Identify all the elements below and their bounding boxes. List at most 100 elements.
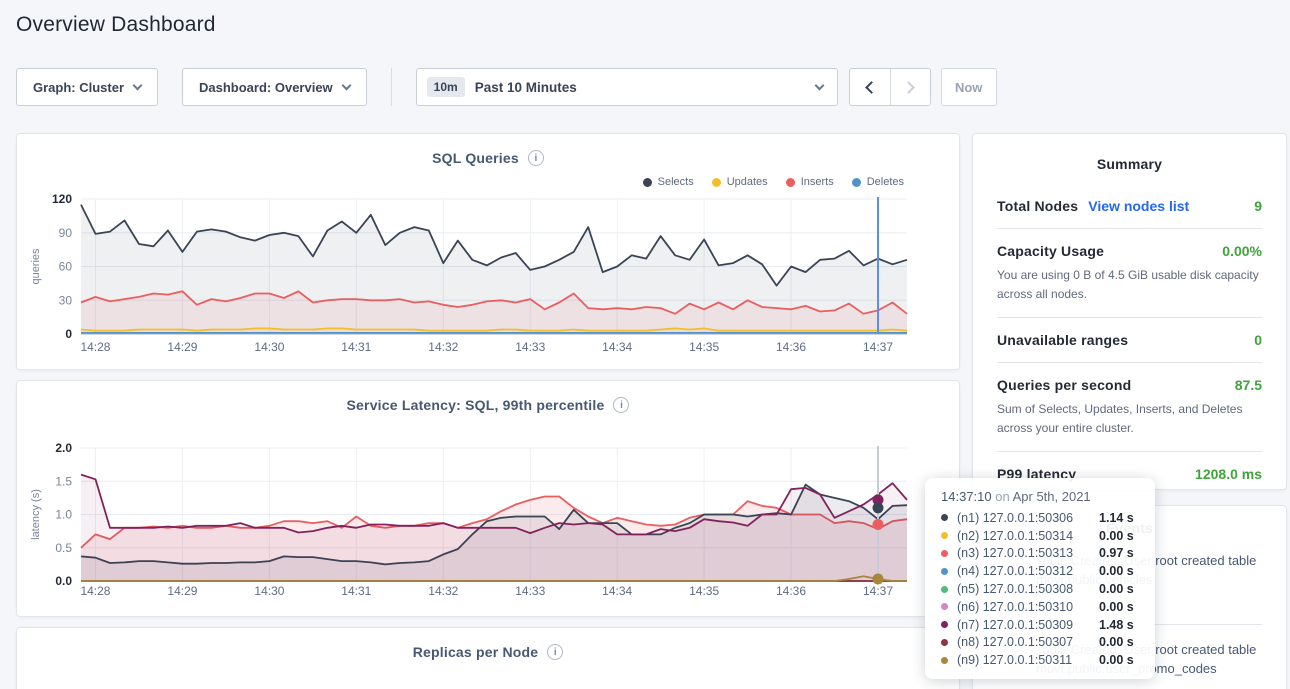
unavailable-ranges-row: Unavailable ranges 0 <box>997 332 1262 348</box>
node-address: (n1) 127.0.0.1:50306 <box>957 511 1099 525</box>
node-address: (n3) 127.0.0.1:50313 <box>957 546 1099 560</box>
next-time-button[interactable] <box>890 69 930 105</box>
divider <box>997 362 1262 363</box>
queries-per-second-row: Queries per second 87.5 <box>997 377 1262 393</box>
svg-text:14:29: 14:29 <box>167 340 197 354</box>
dashboard-selector-label: Dashboard: Overview <box>199 80 333 95</box>
time-range-dropdown[interactable]: 10m Past 10 Minutes <box>416 68 838 106</box>
service-latency-chart[interactable]: 14:2814:2914:3014:3114:3214:3314:3414:35… <box>17 381 959 616</box>
service-latency-card: Service Latency: SQL, 99th percentile i … <box>16 380 960 617</box>
node-latency-value: 0.00 s <box>1099 564 1134 578</box>
svg-text:14:36: 14:36 <box>776 340 806 354</box>
node-address: (n9) 127.0.0.1:50311 <box>957 653 1099 667</box>
time-step-buttons <box>849 68 931 106</box>
tooltip-node-row: (n9) 127.0.0.1:503110.00 s <box>941 651 1141 669</box>
toolbar-divider <box>391 68 392 106</box>
svg-text:14:29: 14:29 <box>167 584 197 598</box>
svg-text:14:36: 14:36 <box>776 584 806 598</box>
chevron-down-icon <box>341 80 351 90</box>
svg-text:14:28: 14:28 <box>80 584 110 598</box>
svg-text:14:32: 14:32 <box>428 340 458 354</box>
tooltip-node-row: (n7) 127.0.0.1:503091.48 s <box>941 616 1141 634</box>
chart-hover-tooltip: 14:37:10 on Apr 5th, 2021 (n1) 127.0.0.1… <box>925 478 1155 679</box>
svg-text:queries: queries <box>30 248 42 285</box>
svg-text:14:34: 14:34 <box>602 340 632 354</box>
node-address: (n2) 127.0.0.1:50314 <box>957 529 1099 543</box>
svg-text:14:30: 14:30 <box>254 584 284 598</box>
tooltip-node-row: (n3) 127.0.0.1:503130.97 s <box>941 545 1141 563</box>
chevron-down-icon <box>814 80 824 90</box>
svg-text:2.0: 2.0 <box>55 441 72 455</box>
svg-text:14:32: 14:32 <box>428 584 458 598</box>
tooltip-node-row: (n4) 127.0.0.1:503120.00 s <box>941 562 1141 580</box>
capacity-usage-label: Capacity Usage <box>997 243 1104 259</box>
node-address: (n7) 127.0.0.1:50309 <box>957 618 1099 632</box>
svg-text:60: 60 <box>59 260 73 274</box>
svg-text:90: 90 <box>59 226 73 240</box>
graph-selector-dropdown[interactable]: Graph: Cluster <box>16 68 158 106</box>
node-latency-value: 0.00 s <box>1099 529 1134 543</box>
divider <box>997 451 1262 452</box>
time-range-badge: 10m <box>427 77 465 97</box>
node-latency-value: 1.48 s <box>1099 618 1134 632</box>
tooltip-node-row: (n6) 127.0.0.1:503100.00 s <box>941 598 1141 616</box>
chevron-down-icon <box>133 80 143 90</box>
overview-dashboard-page: Overview Dashboard Graph: Cluster Dashbo… <box>0 0 1290 689</box>
sql-queries-chart[interactable]: 14:2814:2914:3014:3114:3214:3314:3414:35… <box>17 134 959 369</box>
svg-text:14:33: 14:33 <box>515 584 545 598</box>
replicas-per-node-card: Replicas per Node i <box>16 627 960 689</box>
total-nodes-value: 9 <box>1254 198 1262 214</box>
node-address: (n8) 127.0.0.1:50307 <box>957 635 1099 649</box>
node-address: (n6) 127.0.0.1:50310 <box>957 600 1099 614</box>
summary-title: Summary <box>997 156 1262 172</box>
tooltip-node-rows: (n1) 127.0.0.1:503061.14 s(n2) 127.0.0.1… <box>941 509 1141 669</box>
tooltip-node-row: (n2) 127.0.0.1:503140.00 s <box>941 527 1141 545</box>
svg-text:14:28: 14:28 <box>80 340 110 354</box>
svg-text:1.0: 1.0 <box>55 508 72 522</box>
svg-text:14:37: 14:37 <box>863 584 893 598</box>
node-color-dot-icon <box>941 657 948 664</box>
node-color-dot-icon <box>941 621 948 628</box>
now-button[interactable]: Now <box>941 68 997 106</box>
node-color-dot-icon <box>941 568 948 575</box>
divider <box>997 317 1262 318</box>
node-latency-value: 0.00 s <box>1099 600 1134 614</box>
capacity-usage-value: 0.00% <box>1222 243 1262 259</box>
queries-per-second-label: Queries per second <box>997 377 1131 393</box>
sql-queries-card: SQL Queries i SelectsUpdatesInsertsDelet… <box>16 133 960 370</box>
svg-text:30: 30 <box>59 293 73 307</box>
replicas-chart-title: Replicas per Node <box>413 644 539 660</box>
svg-text:14:35: 14:35 <box>689 340 719 354</box>
queries-per-second-value: 87.5 <box>1235 377 1262 393</box>
tooltip-node-row: (n8) 127.0.0.1:503070.00 s <box>941 634 1141 652</box>
node-latency-value: 0.00 s <box>1099 653 1134 667</box>
node-address: (n4) 127.0.0.1:50312 <box>957 564 1099 578</box>
node-color-dot-icon <box>941 514 948 521</box>
total-nodes-row: Total Nodes View nodes list 9 <box>997 198 1262 214</box>
chevron-right-icon <box>902 81 915 94</box>
svg-text:0.5: 0.5 <box>55 541 72 555</box>
queries-per-second-description: Sum of Selects, Updates, Inserts, and De… <box>997 400 1262 437</box>
info-icon[interactable]: i <box>547 644 563 660</box>
divider <box>997 228 1262 229</box>
node-color-dot-icon <box>941 639 948 646</box>
svg-text:14:31: 14:31 <box>341 584 371 598</box>
svg-text:latency (s): latency (s) <box>30 489 42 540</box>
dashboard-selector-dropdown[interactable]: Dashboard: Overview <box>182 68 367 106</box>
node-latency-value: 0.00 s <box>1099 582 1134 596</box>
node-latency-value: 0.97 s <box>1099 546 1134 560</box>
p99-latency-value: 1208.0 ms <box>1195 466 1262 482</box>
prev-time-button[interactable] <box>850 69 890 105</box>
node-latency-value: 0.00 s <box>1099 635 1134 649</box>
svg-text:14:31: 14:31 <box>341 340 371 354</box>
unavailable-ranges-label: Unavailable ranges <box>997 332 1128 348</box>
node-color-dot-icon <box>941 532 948 539</box>
capacity-usage-description: You are using 0 B of 4.5 GiB usable disk… <box>997 266 1262 303</box>
svg-text:120: 120 <box>52 192 72 206</box>
node-color-dot-icon <box>941 586 948 593</box>
tooltip-timestamp: 14:37:10 on Apr 5th, 2021 <box>941 489 1141 504</box>
node-color-dot-icon <box>941 603 948 610</box>
node-latency-value: 1.14 s <box>1099 511 1134 525</box>
svg-text:1.5: 1.5 <box>55 474 72 488</box>
view-nodes-list-link[interactable]: View nodes list <box>1088 198 1189 214</box>
